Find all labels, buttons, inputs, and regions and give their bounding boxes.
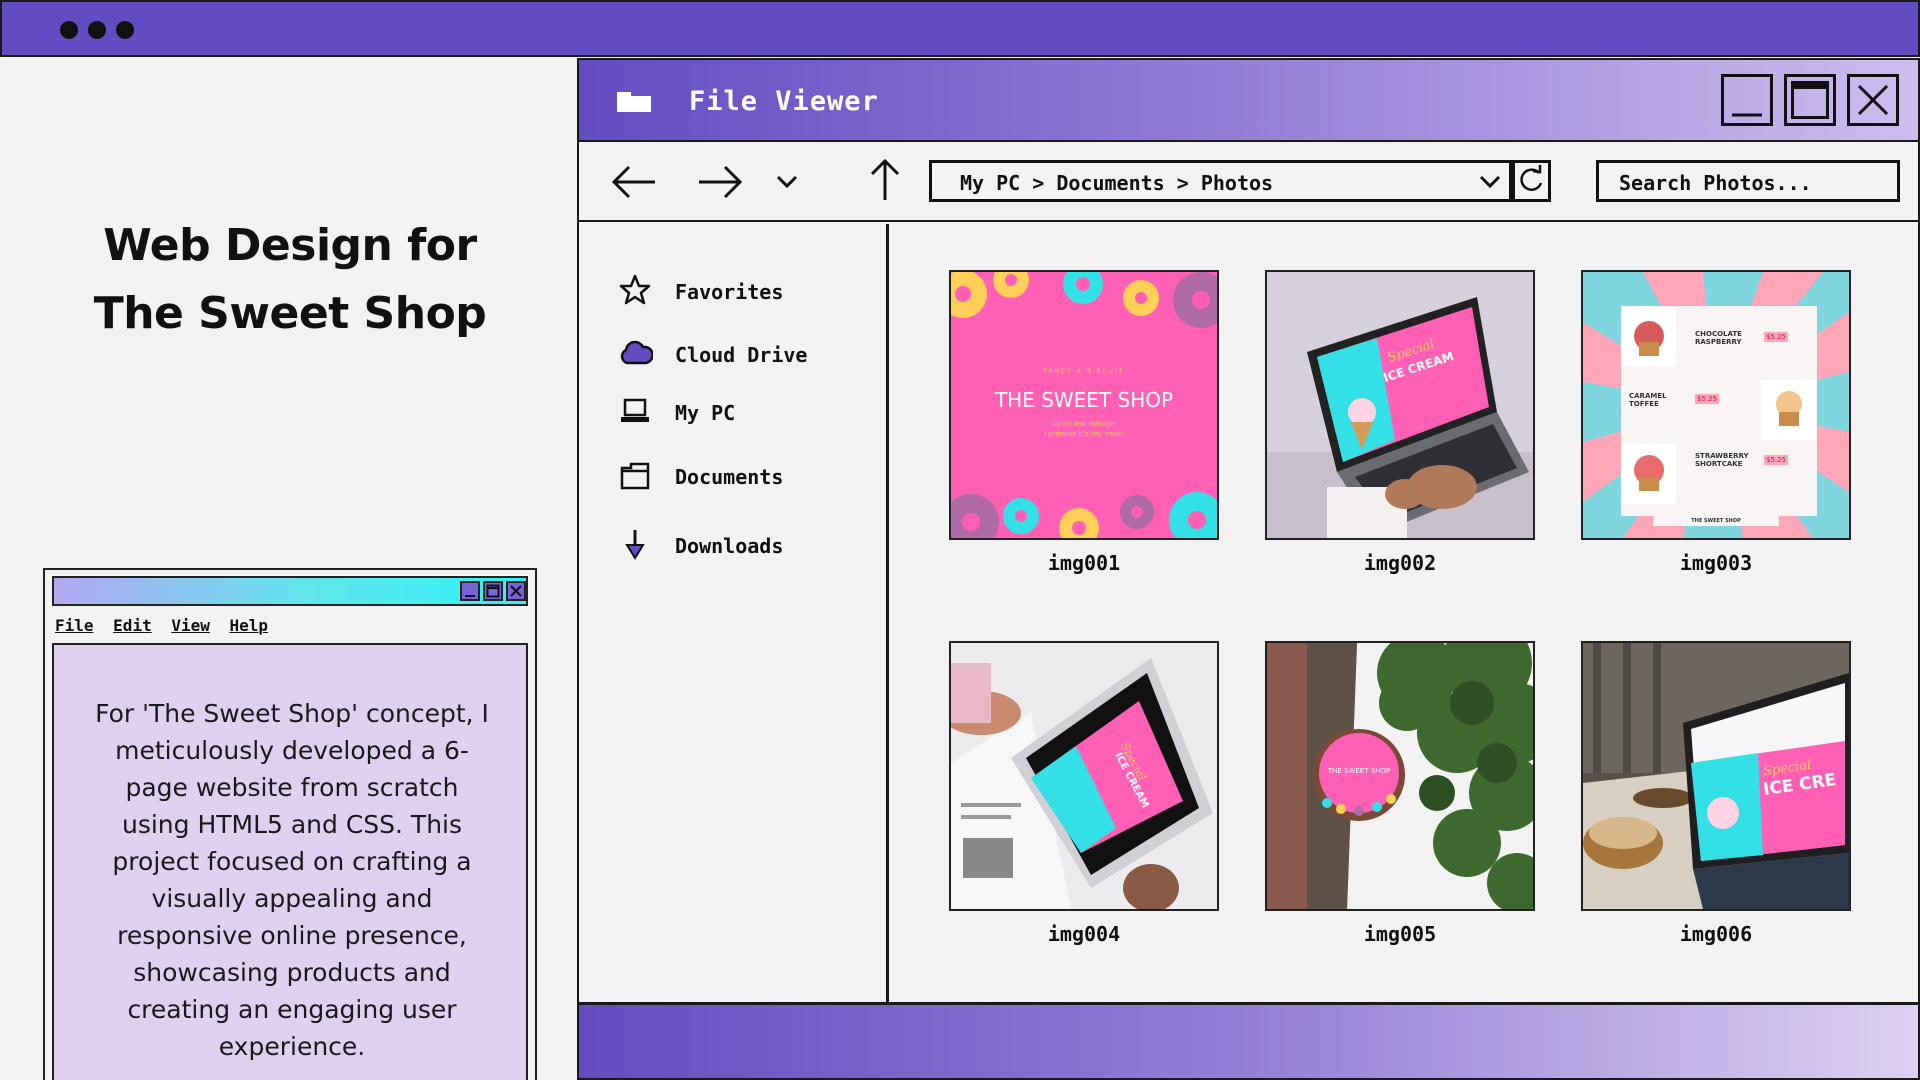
thumb-line-1: Go on and indulge-	[1050, 420, 1118, 428]
file-name[interactable]: img001	[949, 551, 1219, 575]
folder-icon	[620, 462, 650, 490]
file-thumbnail-img005[interactable]: THE SWEET SHOP	[1265, 641, 1535, 911]
window-dot-2[interactable]	[88, 21, 106, 39]
minimize-button[interactable]	[1721, 74, 1773, 126]
menu-item-title: CHOCOLATE RASPBERRY	[1695, 330, 1742, 346]
sign-text: THE SWEET SHOP	[1327, 767, 1391, 775]
notepad-window: File Edit View Help For 'The Sweet Shop'…	[43, 568, 537, 1080]
thumb-title: THE SWEET SHOP	[994, 388, 1174, 412]
file-name[interactable]: img006	[1581, 922, 1851, 946]
window-title: File Viewer	[689, 86, 879, 117]
chevron-down-icon[interactable]	[1478, 174, 1502, 190]
menu-help[interactable]: Help	[230, 616, 269, 635]
file-name[interactable]: img002	[1265, 551, 1535, 575]
sidebar-item-favorites[interactable]: Favorites	[619, 274, 869, 308]
menu-file[interactable]: File	[55, 616, 94, 635]
notepad-title-bar[interactable]	[52, 576, 528, 606]
sidebar-label: Cloud Drive	[675, 343, 808, 367]
up-arrow-icon[interactable]	[869, 158, 901, 202]
thumb-line-2: I promise it's my treat!	[1044, 430, 1124, 438]
project-description: For 'The Sweet Shop' concept, I meticulo…	[95, 699, 489, 1061]
notepad-text-area[interactable]: For 'The Sweet Shop' concept, I meticulo…	[52, 643, 528, 1080]
menu-view[interactable]: View	[171, 616, 210, 635]
page-title-line-2: The Sweet Shop	[93, 288, 487, 339]
top-window-bar	[0, 0, 1920, 57]
close-button[interactable]	[1847, 74, 1899, 126]
navigation-toolbar: My PC > Documents > Photos Search Photos…	[579, 144, 1918, 222]
notepad-close-button[interactable]	[506, 581, 526, 601]
sidebar-item-cloud-drive[interactable]: Cloud Drive	[619, 337, 869, 371]
sidebar: Favorites Cloud Drive My PC Documents Do…	[579, 224, 889, 1002]
cloud-icon	[620, 340, 653, 365]
file-viewer-window: File Viewer My PC > Documents > Photos S…	[577, 58, 1920, 1080]
close-icon	[510, 585, 522, 597]
laptop-icon	[621, 398, 649, 422]
minimize-icon	[1732, 113, 1762, 117]
notepad-menu-bar: File Edit View Help	[55, 616, 278, 635]
sidebar-label: My PC	[675, 401, 736, 425]
back-arrow-icon[interactable]	[611, 164, 657, 200]
file-viewer-title-bar[interactable]: File Viewer	[579, 60, 1918, 142]
menu-item-price: $5.25	[1764, 455, 1789, 465]
maximize-icon	[1791, 81, 1829, 119]
address-bar[interactable]: My PC > Documents > Photos	[929, 160, 1512, 202]
menu-item-price: $5.25	[1764, 332, 1789, 342]
sunburst-menu-image	[1583, 272, 1849, 538]
file-thumbnail-img003[interactable]: CHOCOLATE RASPBERRY $5.25 CARAMEL TOFFEE…	[1581, 270, 1851, 540]
menu-item-title: STRAWBERRY SHORTCAKE	[1695, 452, 1749, 468]
page-title: Web Design for The Sweet Shop	[60, 212, 520, 348]
folder-icon	[617, 92, 651, 112]
search-placeholder: Search Photos...	[1619, 171, 1812, 195]
file-thumbnail-img004[interactable]: Special ICE CREAM	[949, 641, 1219, 911]
laptop-photo-image	[1267, 272, 1533, 538]
star-icon	[619, 274, 651, 305]
sidebar-item-documents[interactable]: Documents	[619, 459, 869, 493]
file-thumbnail-img002[interactable]: Special ICE CREAM	[1265, 270, 1535, 540]
file-thumbnail-img006[interactable]: Special ICE CRE	[1581, 641, 1851, 911]
menu-edit[interactable]: Edit	[113, 616, 152, 635]
forward-arrow-icon[interactable]	[697, 164, 743, 200]
sidebar-item-downloads[interactable]: Downloads	[619, 528, 869, 562]
sidebar-label: Documents	[675, 465, 784, 489]
search-input[interactable]: Search Photos...	[1596, 160, 1900, 202]
file-thumbnail-img001[interactable]: FANCY A BISCUIT THE SWEET SHOP Go on and…	[949, 270, 1219, 540]
download-arrow-icon	[625, 530, 645, 560]
notepad-minimize-button[interactable]	[460, 581, 480, 601]
status-bar	[579, 1002, 1918, 1078]
close-icon	[1857, 84, 1889, 116]
sidebar-label: Favorites	[675, 280, 784, 304]
file-name[interactable]: img003	[1581, 551, 1851, 575]
menu-footer: THE SWEET SHOP	[1691, 518, 1741, 524]
page-title-line-1: Web Design for	[103, 220, 477, 271]
minimize-icon	[465, 595, 475, 597]
window-dot-1[interactable]	[60, 21, 78, 39]
maximize-button[interactable]	[1784, 74, 1836, 126]
file-name[interactable]: img005	[1265, 922, 1535, 946]
sidebar-label: Downloads	[675, 534, 784, 558]
thumb-tagline: FANCY A BISCUIT	[1043, 368, 1125, 375]
file-name[interactable]: img004	[949, 922, 1219, 946]
address-path: My PC > Documents > Photos	[960, 171, 1274, 195]
notepad-maximize-button[interactable]	[483, 581, 503, 601]
maximize-icon	[486, 584, 500, 598]
menu-item-price: $5.25	[1695, 394, 1720, 404]
menu-item-title: CARAMEL TOFFEE	[1629, 392, 1667, 408]
sidebar-item-my-pc[interactable]: My PC	[619, 395, 869, 429]
window-dot-3[interactable]	[116, 21, 134, 39]
shop-sign-photo-image	[1267, 643, 1533, 909]
history-chevron-down-icon[interactable]	[775, 174, 799, 190]
refresh-icon	[1520, 165, 1543, 191]
tablet-photo-image	[951, 643, 1217, 909]
refresh-button[interactable]	[1512, 160, 1551, 202]
